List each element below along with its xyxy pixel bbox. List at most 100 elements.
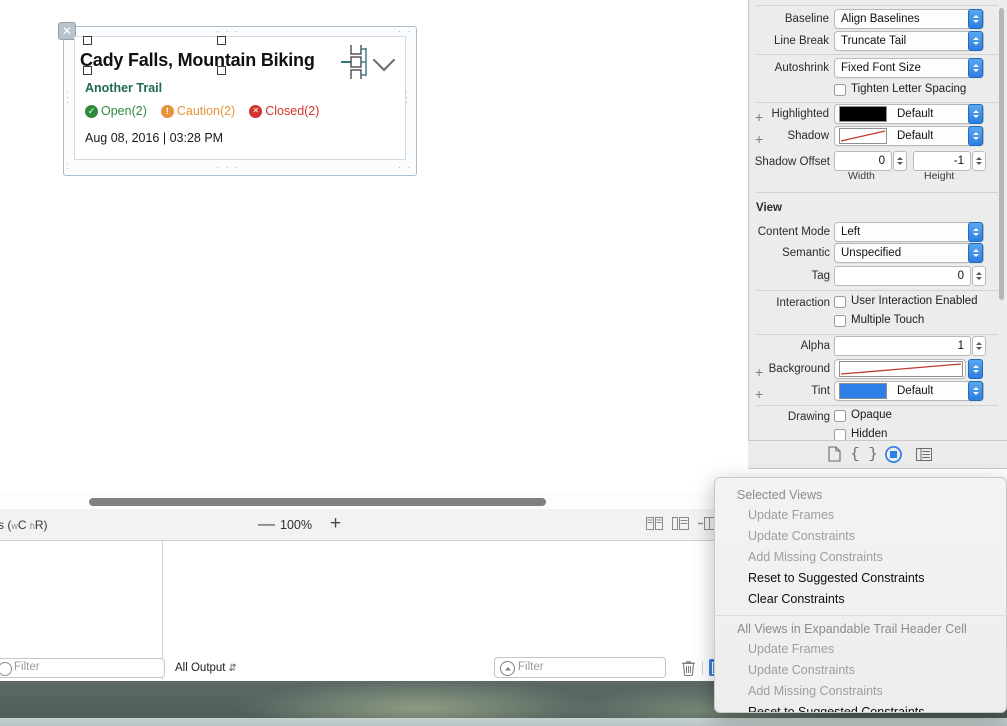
background-color-popup[interactable] [834,359,966,379]
resize-grip-top[interactable]: · · · [216,27,240,36]
desktop-bottom-strip [0,718,1007,726]
list-panel-icon [916,447,932,461]
status-closed: ✕ Closed(2) [249,104,319,118]
autoshrink-popup-arrows[interactable] [968,58,983,78]
tint-color-swatch[interactable] [839,383,887,399]
constraints-context-menu[interactable]: Selected Views Update Frames Update Cons… [714,477,1007,713]
resize-grip-top-right[interactable]: · · [398,27,413,36]
inspector-divider-4 [756,290,998,291]
shadow-offset-height-stepper[interactable] [972,151,986,171]
assistant-editor-icon[interactable] [646,517,663,530]
inspector-scrollbar-thumb[interactable] [999,8,1004,300]
tighten-letter-spacing-checkbox[interactable] [834,84,846,96]
split-view-icon[interactable] [672,517,689,530]
semantic-popup[interactable]: Unspecified [834,243,984,263]
selection-handle-bl[interactable] [83,66,92,75]
resize-grip-bottom[interactable]: · · · [216,163,240,172]
shadow-offset-height-field[interactable]: -1 [913,151,971,171]
semantic-value: Unspecified [841,247,902,259]
tag-field[interactable]: 0 [834,266,971,286]
zoom-in-button[interactable]: + [330,514,341,533]
highlighted-color-swatch[interactable] [839,106,887,122]
alpha-field[interactable]: 1 [834,336,971,356]
content-mode-popup-arrows[interactable] [968,222,983,242]
tag-label: Tag [811,270,830,282]
size-class-label[interactable]: s (wC hR) [0,518,48,532]
filter-circle-icon [500,661,515,676]
inspector-divider-6 [756,405,998,406]
shadow-offset-width-caption: Width [848,170,875,182]
semantic-popup-arrows[interactable] [968,243,983,263]
resize-grip-left[interactable]: · · · [66,88,70,107]
shadow-popup-arrows[interactable] [968,126,983,146]
autoshrink-value: Fixed Font Size [841,62,921,74]
output-scope-label: All Output [175,662,226,674]
opaque-checkbox[interactable] [834,410,846,422]
content-mode-value: Left [841,226,861,238]
line-break-label: Line Break [774,35,829,47]
menu-item-all-update-frames: Update Frames [748,642,835,656]
highlighted-color-popup[interactable]: Default [834,104,984,124]
shadow-color-popup[interactable]: Default [834,126,984,146]
shadow-label: Shadow [787,130,829,142]
constraint-indicator[interactable] [340,43,396,81]
baseline-popup[interactable]: Align Baselines [834,9,984,29]
alpha-stepper[interactable] [972,336,986,356]
background-popup-arrows[interactable] [968,359,983,379]
content-mode-label: Content Mode [757,226,830,238]
trash-icon[interactable] [681,660,696,677]
multiple-touch-checkbox[interactable] [834,315,846,327]
inspector-divider-0 [756,5,998,6]
shadow-color-swatch[interactable] [839,128,887,144]
context-menu-header: Selected Views [737,488,823,502]
status-open-label: Open(2) [101,104,147,118]
file-inspector-tab[interactable] [825,445,843,463]
cell-title-label: Cady Falls, Mountain Biking [80,50,315,70]
drawing-label: Drawing [787,411,830,423]
quick-help-inspector-tab[interactable]: { } [851,445,878,463]
highlighted-popup-arrows[interactable] [968,104,983,124]
shadow-offset-width-field[interactable]: 0 [834,151,892,171]
interaction-label: Interaction [776,297,830,309]
baseline-popup-arrows[interactable] [968,9,983,29]
variables-filter-placeholder: Filter [14,661,40,673]
zoom-level-label: 100% [280,518,312,532]
identity-inspector-tab[interactable] [884,445,902,463]
cell-date-label: Aug 08, 2016 | 03:28 PM [85,131,224,145]
semantic-label: Semantic [782,247,830,259]
target-circle-icon [884,445,902,463]
line-break-popup[interactable]: Truncate Tail [834,31,984,51]
context-menu-group: All Views in Expandable Trail Header Cel… [715,619,1006,712]
selection-handle-bc[interactable] [217,66,226,75]
background-color-swatch[interactable] [839,361,963,377]
utilities-toggle-icon[interactable] [698,517,715,530]
autoshrink-label: Autoshrink [774,62,829,74]
tint-popup-arrows[interactable] [968,381,983,401]
interface-builder-canvas[interactable]: ✕ · · · · · · · · · · · · · · · · · · Cady Fa… [0,0,748,492]
content-mode-popup[interactable]: Left [834,222,984,242]
document-icon [827,446,841,462]
autoshrink-popup[interactable]: Fixed Font Size [834,58,984,78]
zoom-out-button[interactable]: — [258,515,275,532]
inspector-divider-3 [756,192,998,193]
attributes-inspector-tab[interactable] [915,445,933,463]
menu-item-all-reset-to-suggested-constraints[interactable]: Reset to Suggested Constraints [715,702,1006,712]
menu-item-clear-constraints[interactable]: Clear Constraints [715,589,1006,610]
canvas-scrollbar-thumb[interactable] [89,498,546,506]
line-break-popup-arrows[interactable] [968,31,983,51]
menu-item-reset-to-suggested-constraints[interactable]: Reset to Suggested Constraints [715,568,1006,589]
selection-handle-tc[interactable] [217,36,226,45]
resize-grip-bottom-right[interactable]: · · [398,163,413,172]
baseline-value: Align Baselines [841,13,920,25]
hidden-label: Hidden [851,428,888,440]
shadow-offset-width-stepper[interactable] [893,151,907,171]
user-interaction-enabled-checkbox[interactable] [834,296,846,308]
status-summary-row: ✓ Open(2) ! Caution(2) ✕ Closed(2) [85,104,319,118]
resize-grip-bottom-left[interactable]: · · [66,159,70,173]
selection-handle-tl[interactable] [83,36,92,45]
shadow-offset-height-caption: Height [924,170,955,182]
output-scope-popup[interactable]: All Output ⇵ [175,662,237,674]
tag-stepper[interactable] [972,266,986,286]
tint-color-popup[interactable]: Default [834,381,984,401]
context-menu-header-all-views: All Views in Expandable Trail Header Cel… [737,622,967,636]
